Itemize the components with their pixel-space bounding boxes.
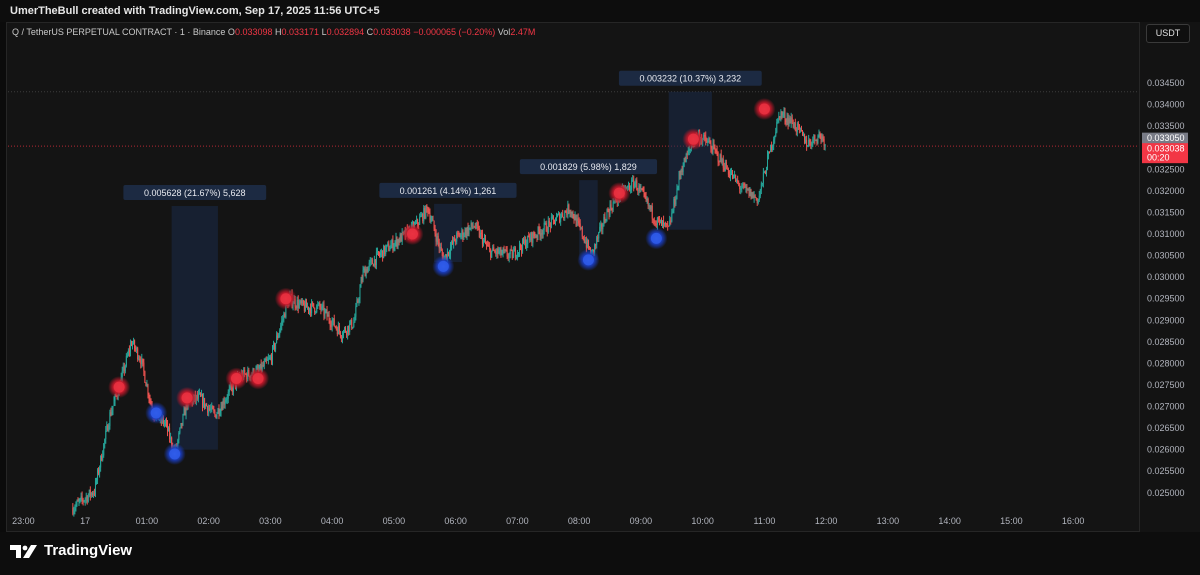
created-by-text: UmerTheBull created with TradingView.com… [10,5,380,17]
tradingview-brand[interactable]: TradingView [10,542,132,559]
open-label: O [227,27,235,37]
currency-unit-button[interactable]: USDT [1146,24,1190,43]
footer-bar [0,532,1200,575]
symbol-name[interactable]: Q / TetherUS PERPETUAL CONTRACT · 1 · Bi… [12,27,225,37]
tradingview-logo-icon [10,544,37,558]
symbol-ohlc-line: Q / TetherUS PERPETUAL CONTRACT · 1 · Bi… [12,27,535,37]
close-value: 0.033038 [373,27,411,37]
high-value: 0.033171 [281,27,320,37]
change-value: −0.000065 (−0.20%) [413,27,496,37]
open-value: 0.033098 [234,27,273,37]
brand-name: TradingView [44,542,133,559]
volume-value: 2.47M [510,27,536,37]
low-value: 0.032894 [326,27,365,37]
volume-label: Vol [497,27,511,37]
top-bar: UmerTheBull created with TradingView.com… [0,0,1200,22]
chart-area[interactable] [6,22,1140,532]
price-axis[interactable] [1140,22,1200,532]
